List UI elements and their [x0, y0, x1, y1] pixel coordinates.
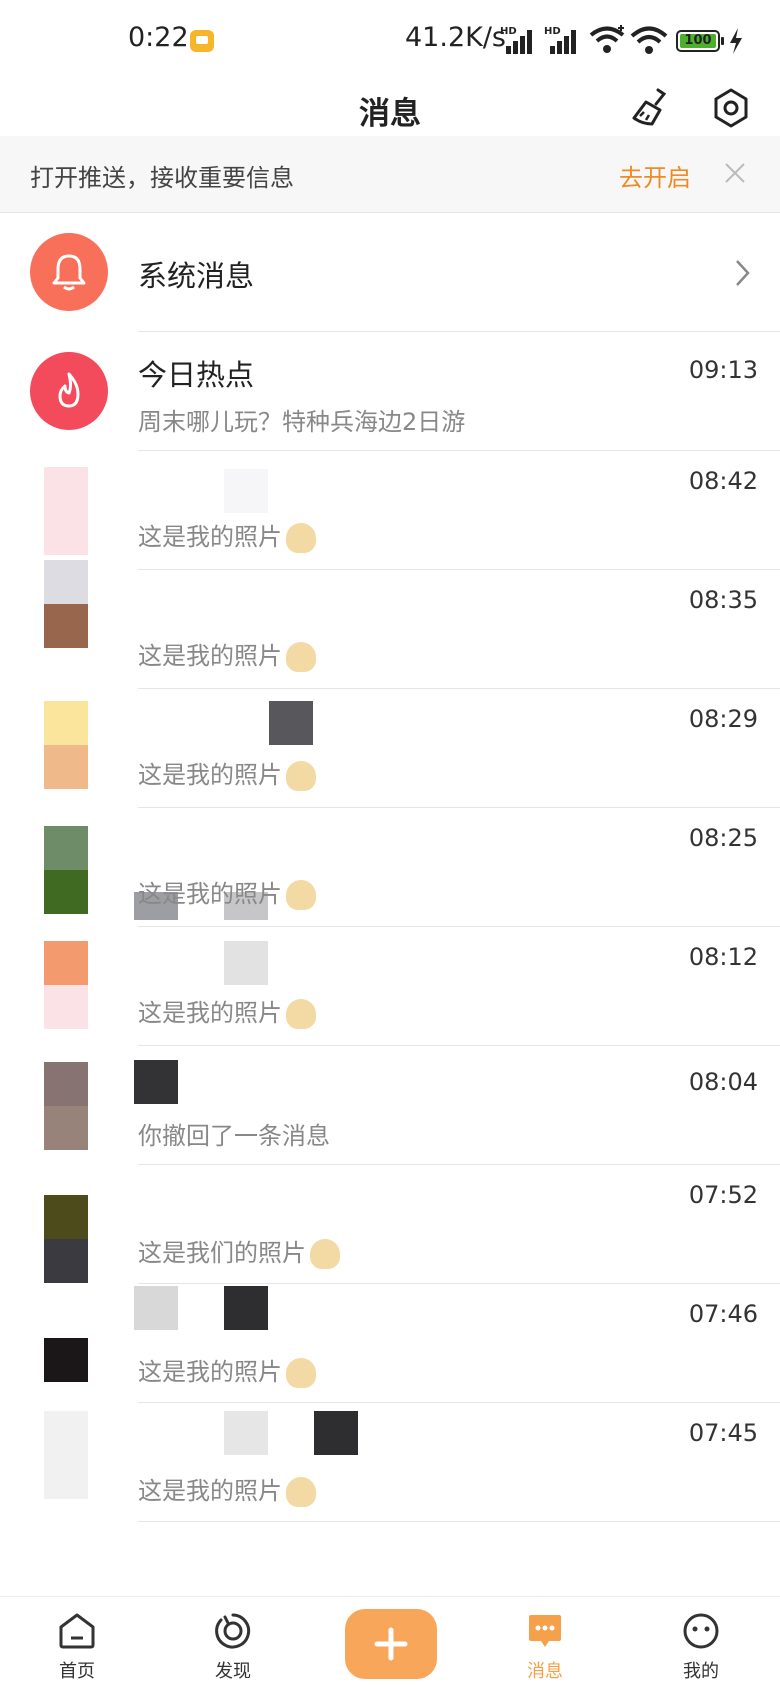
conversation-row[interactable]: 这是我的照片 08:29	[0, 689, 780, 808]
avatar	[44, 826, 88, 914]
hot-today-subtitle: 周末哪儿玩？特种兵海边2日游	[138, 408, 466, 436]
contact-name-redacted	[224, 941, 268, 985]
conversation-time: 07:52	[688, 1181, 758, 1209]
flame-icon	[58, 372, 80, 408]
conversation-preview: 这是我的照片	[138, 755, 316, 791]
conversation-preview: 这是我的照片	[138, 1471, 316, 1507]
broom-icon	[632, 88, 667, 126]
conversation-time: 08:42	[688, 467, 758, 495]
hex-settings-icon	[714, 88, 748, 128]
conversation-preview: 这是我的照片	[138, 993, 316, 1029]
close-icon[interactable]	[722, 160, 748, 186]
bottom-nav: 首页 发现 消息 我的	[0, 1596, 780, 1691]
signal-icon-2: HD	[544, 26, 578, 54]
conversation-preview: 这是我的照片	[138, 1352, 316, 1388]
conversation-row[interactable]: 这是我的照片 08:12	[0, 927, 780, 1046]
conversation-row[interactable]: 你撤回了一条消息 08:04	[0, 1046, 780, 1165]
conversation-time: 08:12	[688, 943, 758, 971]
avatar	[44, 701, 88, 789]
avatar	[44, 560, 88, 648]
conversation-time: 08:04	[688, 1068, 758, 1096]
home-icon	[59, 1613, 95, 1649]
avatar	[44, 1294, 88, 1382]
hot-today-title: 今日热点	[138, 358, 255, 392]
message-bubble-icon	[529, 1615, 561, 1647]
avatar	[44, 941, 88, 1029]
network-speed: 41.2K/s	[405, 22, 506, 53]
conversation-row[interactable]: 这是我的照片 08:25	[0, 808, 780, 927]
add-post-button[interactable]	[345, 1609, 437, 1679]
nav-home[interactable]: 首页	[32, 1597, 122, 1691]
conversation-row[interactable]: 这是我们的照片 07:52	[0, 1165, 780, 1284]
enable-push-link[interactable]: 去开启	[619, 158, 691, 193]
contact-name-redacted	[224, 469, 268, 513]
charging-icon	[730, 28, 742, 54]
nav-mine-label: 我的	[683, 1661, 719, 1682]
nav-discover-label: 发现	[215, 1661, 251, 1682]
conversation-row[interactable]: 这是我的照片 07:46	[0, 1284, 780, 1403]
cat-emoji-icon	[286, 1358, 316, 1388]
settings-button[interactable]	[707, 84, 755, 132]
hot-today-time: 09:13	[688, 356, 758, 384]
nav-messages-label: 消息	[527, 1661, 563, 1682]
conversation-time: 07:45	[688, 1419, 758, 1447]
conversation-time: 07:46	[688, 1300, 758, 1328]
avatar	[44, 1195, 88, 1283]
cat-emoji-icon	[286, 761, 316, 791]
nav-home-label: 首页	[59, 1661, 95, 1682]
push-banner-text: 打开推送，接收重要信息	[30, 164, 294, 192]
battery-icon: 100	[676, 30, 724, 52]
contact-name-redacted	[224, 1286, 268, 1330]
wifi-icon-2	[630, 26, 668, 54]
hot-avatar	[30, 352, 108, 430]
contact-name-redacted	[134, 1060, 178, 1104]
conversation-time: 08:29	[688, 705, 758, 733]
cat-emoji-icon	[286, 523, 316, 553]
avatar	[44, 467, 88, 555]
chevron-right-icon	[736, 260, 750, 286]
conversation-preview: 这是我的照片	[138, 517, 316, 553]
push-notification-banner: 打开推送，接收重要信息 去开启	[0, 136, 780, 213]
status-time: 0:22	[128, 22, 189, 53]
conversation-time: 08:25	[688, 824, 758, 852]
contact-name-redacted	[134, 1286, 178, 1330]
nav-mine[interactable]: 我的	[656, 1597, 746, 1691]
notification-badge-icon	[190, 30, 214, 52]
contact-name-redacted	[314, 1411, 358, 1455]
status-bar: 0:22 41.2K/s HD HD 100	[0, 0, 780, 84]
system-avatar	[30, 233, 108, 311]
contact-name-redacted	[269, 701, 313, 745]
conversation-preview: 这是我们的照片	[138, 1233, 340, 1269]
conversation-row[interactable]: 这是我的照片 08:42	[0, 451, 780, 570]
cat-emoji-icon	[286, 880, 316, 910]
wifi-icon	[589, 25, 625, 53]
signal-icon: HD	[500, 26, 534, 54]
discover-icon	[215, 1613, 251, 1649]
cat-emoji-icon	[286, 1477, 316, 1507]
conversation-preview: 这是我的照片	[138, 874, 316, 910]
profile-face-icon	[683, 1613, 719, 1649]
conversation-row[interactable]: 这是我的照片 08:35	[0, 560, 780, 689]
avatar	[44, 1062, 88, 1150]
conversation-row[interactable]: 这是我的照片 07:45	[0, 1403, 780, 1522]
system-messages-title: 系统消息	[138, 259, 255, 293]
cat-emoji-icon	[286, 999, 316, 1029]
nav-messages[interactable]: 消息	[500, 1597, 590, 1691]
cat-emoji-icon	[286, 642, 316, 672]
contact-name-redacted	[224, 1411, 268, 1455]
cat-emoji-icon	[310, 1239, 340, 1269]
avatar	[44, 1411, 88, 1499]
clean-button[interactable]	[626, 84, 674, 132]
bell-icon	[52, 254, 86, 291]
hot-today-row[interactable]: 今日热点 周末哪儿玩？特种兵海边2日游 09:13	[0, 332, 780, 451]
plus-icon	[374, 1627, 408, 1661]
nav-discover[interactable]: 发现	[188, 1597, 278, 1691]
system-messages-row[interactable]: 系统消息	[0, 213, 780, 332]
conversation-preview: 这是我的照片	[138, 636, 316, 672]
app-header: 消息	[0, 84, 780, 136]
conversation-preview: 你撤回了一条消息	[138, 1122, 330, 1150]
conversation-time: 08:35	[688, 586, 758, 614]
